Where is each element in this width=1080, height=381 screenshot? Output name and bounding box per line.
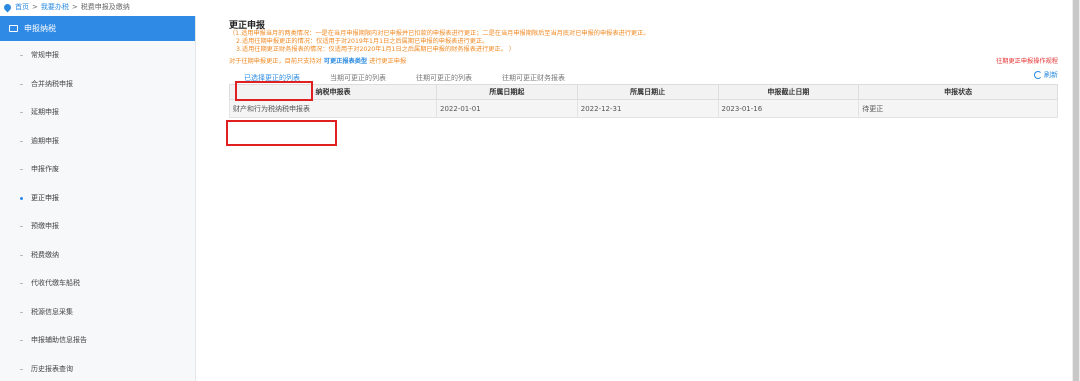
scrollbar[interactable] [1072, 0, 1080, 381]
bullet-icon [20, 283, 23, 285]
report-name-cell[interactable]: 财产和行为税纳税申报表 [229, 99, 437, 118]
sidebar-item-label: 更正申报 [31, 193, 59, 202]
correctable-types-link[interactable]: 可更正报表类型 [324, 58, 367, 65]
bullet-icon [20, 311, 23, 313]
bullet-icon [20, 340, 23, 342]
breadcrumb-separator: > [32, 3, 38, 11]
page-title: 更正申报 [229, 21, 266, 31]
column-header: 申报截止日期 [717, 84, 860, 100]
status-cell: 待更正 [858, 99, 1058, 118]
breadcrumb-tax[interactable]: 我要办税 [41, 2, 69, 12]
highlight-box-row [226, 120, 337, 146]
tab-past-period[interactable]: 往期可更正的列表 [401, 72, 487, 84]
bullet-icon [20, 169, 23, 171]
deadline-cell: 2023-01-16 [717, 99, 860, 118]
note-line-2: 2.适用往期申报更正的情况：仅适用于对2019年1月1日之后属期已申报的申报表进… [236, 38, 489, 45]
hint-row: 对于往期申报更正，目前只支持对 可更正报表类型 进行更正申报 往期更正申报操作规… [229, 55, 1058, 65]
location-pin-icon [2, 2, 13, 12]
highlight-box-tab [235, 81, 313, 101]
sidebar-header[interactable]: 申报纳税 [0, 16, 195, 41]
sidebar-item-label: 预缴申报 [31, 222, 59, 231]
sidebar-header-label: 申报纳税 [24, 24, 56, 33]
sidebar-item-vehicle-tax[interactable]: 代收代缴车船税 [0, 269, 195, 298]
sidebar-item-tax-source[interactable]: 税源信息采集 [0, 298, 195, 327]
sidebar-item-prepay[interactable]: 预缴申报 [0, 212, 195, 241]
sidebar-item-label: 逾期申报 [31, 136, 59, 145]
sidebar-item-void[interactable]: 申报作废 [0, 155, 195, 184]
note-line-1: （1.适用申报当月的两类情况：一是在当月申报期限内对已申报并已扣款的申报表进行更… [229, 30, 650, 37]
date-end-cell: 2022-12-31 [576, 99, 719, 118]
sidebar-item-label: 历史报表查询 [31, 364, 73, 373]
column-header: 所属日期止 [576, 84, 719, 100]
note-line-3: 3.适用往期更正财务报表的情况：仅适用于对2020年1月1日之后属期已申报的财务… [236, 46, 515, 53]
sidebar-item-deferred[interactable]: 延期申报 [0, 98, 195, 127]
tab-current-period[interactable]: 当期可更正的列表 [315, 72, 401, 84]
refresh-button[interactable]: 刷新 [1034, 70, 1058, 80]
sidebar-item-payment[interactable]: 税费缴纳 [0, 241, 195, 270]
sidebar: 申报纳税 常规申报 合并纳税申报 延期申报 逾期申报 申报作废 更正申报 预缴申… [0, 16, 196, 381]
sidebar-item-correction[interactable]: 更正申报 [0, 184, 195, 213]
sidebar-item-label: 申报作废 [31, 165, 59, 174]
sidebar-item-label: 合并纳税申报 [31, 79, 73, 88]
bullet-icon [20, 254, 23, 256]
column-header: 所属日期起 [436, 84, 578, 100]
sidebar-item-merged[interactable]: 合并纳税申报 [0, 70, 195, 99]
bullet-icon [20, 83, 23, 85]
sidebar-item-overdue[interactable]: 逾期申报 [0, 127, 195, 156]
hint-prefix: 对于往期申报更正，目前只支持对 [229, 57, 322, 65]
bullet-icon [20, 140, 23, 142]
breadcrumb: 首页 > 我要办税 > 税费申报及缴纳 [2, 0, 130, 14]
sidebar-item-label: 申报辅助信息报告 [31, 336, 87, 345]
sidebar-item-label: 税源信息采集 [31, 307, 73, 316]
sidebar-item-label: 税费缴纳 [31, 250, 59, 259]
refresh-icon [1034, 71, 1042, 79]
monitor-icon [9, 25, 18, 32]
main-content: 更正申报 （1.适用申报当月的两类情况：一是在当月申报期限内对已申报并已扣款的申… [229, 18, 1058, 118]
tab-past-financial[interactable]: 往期可更正财务报表 [487, 72, 580, 84]
correction-table: 纳税申报表 所属日期起 所属日期止 申报截止日期 申报状态 财产和行为税纳税申报… [229, 84, 1058, 118]
bullet-icon [20, 112, 23, 114]
column-header: 申报状态 [858, 84, 1058, 100]
sidebar-item-regular[interactable]: 常规申报 [0, 41, 195, 70]
sidebar-item-label: 代收代缴车船税 [31, 279, 80, 288]
table-row[interactable]: 财产和行为税纳税申报表 2022-01-01 2022-12-31 2023-0… [229, 99, 1058, 118]
bullet-icon [20, 368, 23, 370]
date-start-cell: 2022-01-01 [436, 99, 578, 118]
hint-suffix: 进行更正申报 [369, 57, 407, 65]
bullet-icon [20, 55, 23, 57]
breadcrumb-home[interactable]: 首页 [15, 2, 29, 12]
breadcrumb-separator: > [71, 3, 78, 11]
sidebar-item-label: 常规申报 [31, 51, 59, 60]
refresh-label: 刷新 [1044, 71, 1058, 79]
sidebar-item-history[interactable]: 历史报表查询 [0, 355, 195, 381]
hint-text: 对于往期申报更正，目前只支持对 可更正报表类型 进行更正申报 [229, 56, 406, 65]
tab-bar: 已选择更正的列表 当期可更正的列表 往期可更正的列表 往期可更正财务报表 刷新 [229, 67, 1058, 84]
bullet-icon [20, 196, 23, 200]
scrollbar-thumb[interactable] [1073, 0, 1079, 381]
bullet-icon [20, 226, 23, 228]
breadcrumb-current: 税费申报及缴纳 [80, 3, 130, 11]
sidebar-item-label: 延期申报 [31, 108, 59, 117]
sidebar-item-aux-report[interactable]: 申报辅助信息报告 [0, 326, 195, 355]
rules-link[interactable]: 往期更正申报操作规程 [996, 56, 1058, 65]
table-header-row: 纳税申报表 所属日期起 所属日期止 申报截止日期 申报状态 [229, 84, 1058, 100]
